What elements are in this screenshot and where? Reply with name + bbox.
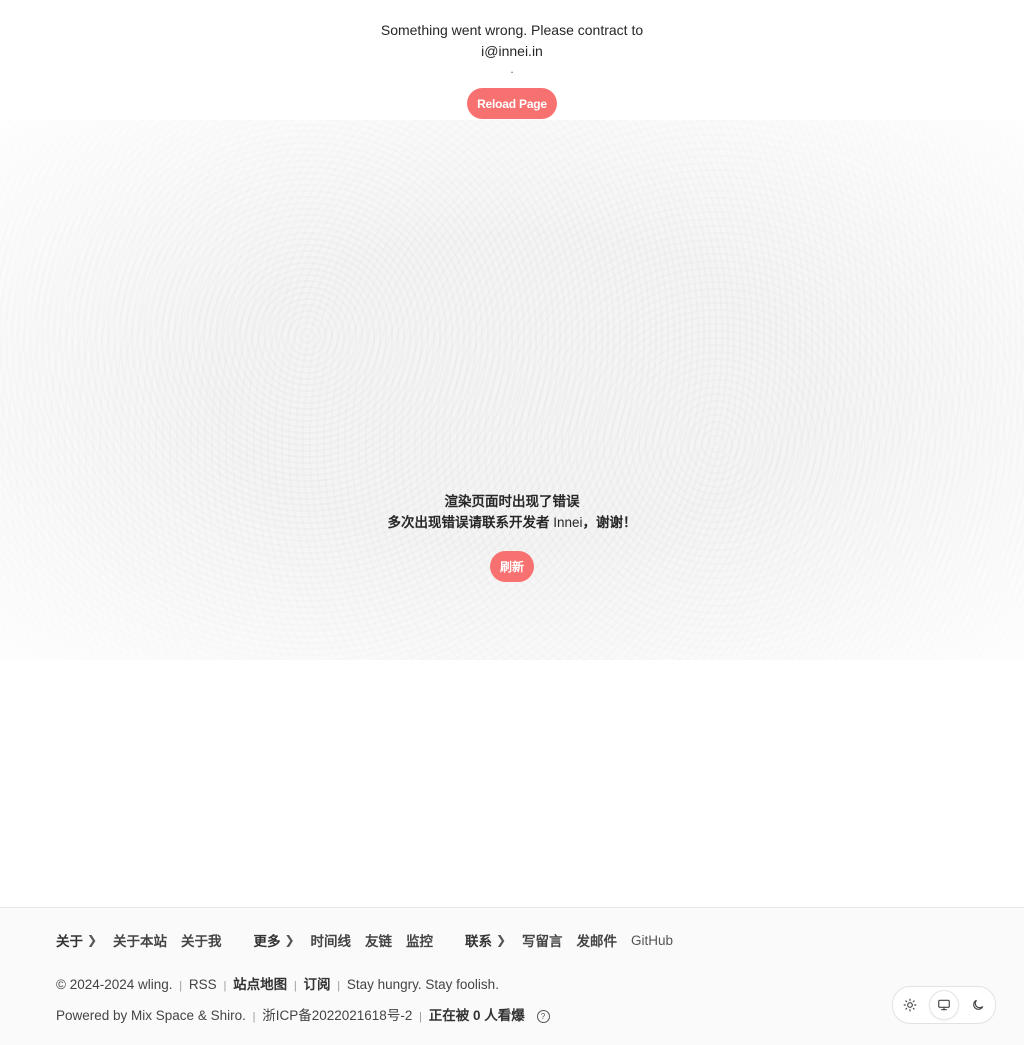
viewer-count: 正在被 0 人看爆 xyxy=(428,1008,525,1023)
footer-link-timeline[interactable]: 时间线 xyxy=(311,930,352,950)
icp-link[interactable]: 浙ICP备2022021618号-2 xyxy=(262,1008,412,1023)
sun-icon xyxy=(903,998,917,1012)
footer-link-email[interactable]: 发邮件 xyxy=(577,930,618,950)
footer-link-monitor[interactable]: 监控 xyxy=(406,930,433,950)
moon-icon xyxy=(973,999,984,1010)
error-banner: Something went wrong. Please contract to… xyxy=(0,20,1024,119)
chevron-right-icon: ❯ xyxy=(87,933,98,947)
theme-switcher xyxy=(892,986,996,1024)
error-message: Something went wrong. Please contract to… xyxy=(380,22,644,59)
separator: | xyxy=(419,1011,422,1023)
footer-link-github[interactable]: GitHub xyxy=(631,933,673,948)
footer-link-friends[interactable]: 友链 xyxy=(365,930,392,950)
monitor-icon xyxy=(938,999,950,1011)
subscribe-link[interactable]: 订阅 xyxy=(303,977,330,992)
theme-dark-button[interactable] xyxy=(964,991,992,1019)
rss-link[interactable]: RSS xyxy=(189,977,217,992)
hint-text-post: ，谢谢！ xyxy=(582,515,637,530)
footer-copyright-line: © 2024-2024 wling. | RSS | 站点地图 | 订阅 | S… xyxy=(56,973,499,993)
sitemap-link[interactable]: 站点地图 xyxy=(233,977,287,992)
footer-group-more: 更多 ❯ 时间线 友链 监控 xyxy=(254,930,448,950)
footer-link-about-site[interactable]: 关于本站 xyxy=(113,930,167,950)
footer-group-about: 关于 ❯ 关于本站 关于我 xyxy=(56,930,236,950)
powered-by-text[interactable]: Powered by Mix Space & Shiro. xyxy=(56,1008,246,1023)
footer-nav: 关于 ❯ 关于本站 关于我 更多 ❯ 时间线 友链 监控 联系 ❯ 写留言 发邮… xyxy=(56,930,705,950)
separator: | xyxy=(179,980,183,992)
theme-light-button[interactable] xyxy=(896,991,924,1019)
reload-page-button[interactable]: Reload Page xyxy=(467,88,557,119)
separator: | xyxy=(293,980,297,992)
render-error-title: 渲染页面时出现了错误 xyxy=(444,494,580,509)
chevron-right-icon: ❯ xyxy=(284,933,295,947)
footer-heading-about[interactable]: 关于 xyxy=(56,930,83,950)
render-error-hint: 多次出现错误请联系开发者 Innei，谢谢！ xyxy=(0,512,1024,533)
theme-system-button[interactable] xyxy=(930,991,958,1019)
footer-group-contact: 联系 ❯ 写留言 发邮件 GitHub xyxy=(465,930,687,950)
footer-link-about-me[interactable]: 关于我 xyxy=(181,930,222,950)
separator: | xyxy=(252,1011,256,1023)
footer-heading-contact[interactable]: 联系 xyxy=(465,930,492,950)
question-circle-icon[interactable]: ? xyxy=(536,1010,550,1023)
site-footer: 关于 ❯ 关于本站 关于我 更多 ❯ 时间线 友链 监控 联系 ❯ 写留言 发邮… xyxy=(0,907,1024,1045)
error-dot: . xyxy=(510,62,514,76)
separator: | xyxy=(223,980,227,992)
copyright-text: © 2024-2024 wling. xyxy=(56,977,173,992)
footer-heading-more[interactable]: 更多 xyxy=(254,930,281,950)
render-error-panel: 渲染页面时出现了错误 多次出现错误请联系开发者 Innei，谢谢！ 刷新 xyxy=(0,491,1024,582)
developer-name: Innei xyxy=(553,515,583,530)
separator: | xyxy=(337,980,341,992)
footer-link-message[interactable]: 写留言 xyxy=(522,930,563,950)
motto-text: Stay hungry. Stay foolish. xyxy=(346,977,499,992)
chevron-right-icon: ❯ xyxy=(496,933,507,947)
refresh-button[interactable]: 刷新 xyxy=(489,551,534,582)
hint-text-pre: 多次出现错误请联系开发者 xyxy=(387,515,554,530)
footer-powered-line: Powered by Mix Space & Shiro. | 浙ICP备202… xyxy=(56,1004,550,1024)
